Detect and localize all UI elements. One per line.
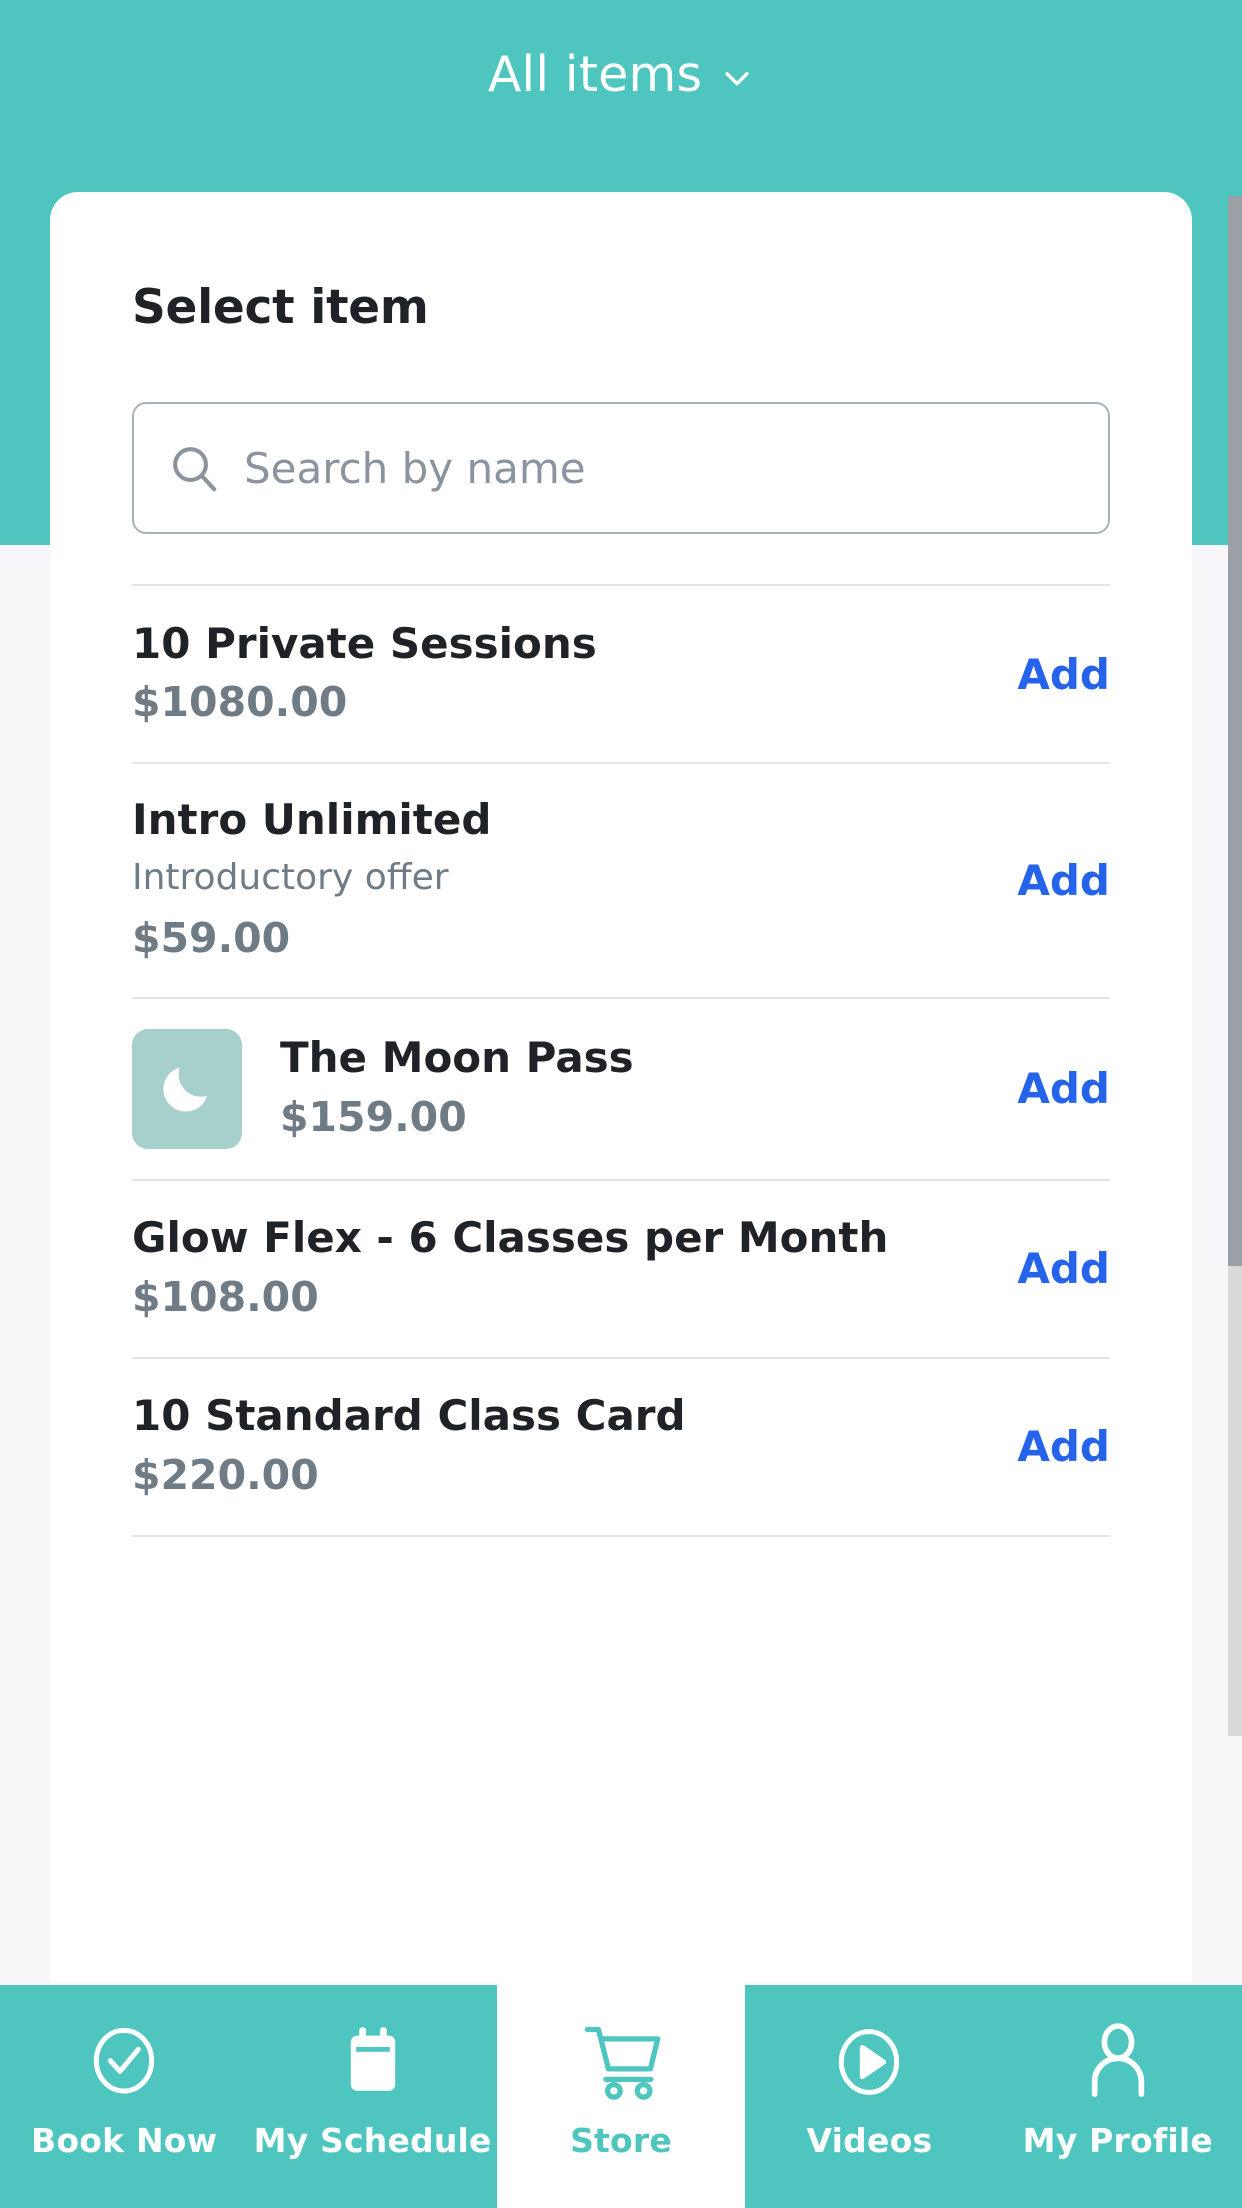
add-button[interactable]: Add [1017,1064,1110,1113]
item-text-block: 10 Standard Class Card $220.00 [132,1390,686,1503]
app-header: All items [0,0,1242,148]
list-item[interactable]: Intro Unlimited Introductory offer $59.0… [132,762,1110,997]
person-icon [1075,2019,1161,2105]
nav-label-videos: Videos [806,2121,933,2160]
item-price: $159.00 [280,1092,467,1141]
check-circle-icon [81,2019,167,2105]
item-price: $59.00 [132,914,291,963]
list-item[interactable]: 10 Private Sessions $1080.00 Add [132,584,1110,762]
item-subtitle: Introductory offer [132,857,449,899]
search-placeholder: Search by name [244,443,586,493]
search-input[interactable]: Search by name [132,402,1110,534]
nav-label-my-profile: My Profile [1022,2121,1213,2160]
play-circle-icon [826,2019,912,2105]
header-title: All items [487,45,703,103]
add-button[interactable]: Add [1017,650,1110,699]
chevron-down-icon[interactable] [720,61,754,95]
nav-tab-videos[interactable]: Videos [745,1985,994,2208]
item-content: 10 Private Sessions $1080.00 [132,618,989,731]
item-price: $1080.00 [132,677,348,726]
add-button[interactable]: Add [1017,856,1110,905]
item-title: 10 Private Sessions [132,618,597,668]
list-item[interactable]: Glow Flex - 6 Classes per Month $108.00 … [132,1178,1110,1357]
item-content: The Moon Pass $159.00 [132,1028,989,1149]
item-text-block: Intro Unlimited Introductory offer $59.0… [132,794,491,967]
bottom-navigation: Book Now My Schedule Store Videos My Pro… [0,1985,1242,2208]
nav-label-my-schedule: My Schedule [253,2121,492,2160]
nav-tab-book-now[interactable]: Book Now [0,1985,249,2208]
item-content: Intro Unlimited Introductory offer $59.0… [132,794,989,967]
item-text-block: 10 Private Sessions $1080.00 [132,618,597,731]
item-thumbnail [132,1028,242,1149]
item-list: 10 Private Sessions $1080.00 Add Intro U… [50,584,1192,1982]
item-price: $108.00 [132,1272,319,1321]
search-icon [168,442,220,494]
list-item[interactable]: The Moon Pass $159.00 Add [132,996,1110,1179]
all-items-dropdown[interactable]: All items [488,50,754,99]
add-button[interactable]: Add [1017,1422,1110,1471]
crescent-moon-icon [158,1058,216,1120]
vertical-scrollbar-thumb[interactable] [1228,196,1242,1266]
select-item-modal: Select item Search by name 10 Private Se… [50,192,1192,1982]
nav-tab-my-schedule[interactable]: My Schedule [248,1985,497,2208]
item-text-block: The Moon Pass $159.00 [280,1032,634,1145]
calendar-icon [330,2019,416,2105]
list-item-partial [132,1534,1110,1545]
nav-tab-my-profile[interactable]: My Profile [993,1985,1242,2208]
shopping-cart-icon [578,2019,664,2105]
add-button[interactable]: Add [1017,1244,1110,1293]
item-content: Glow Flex - 6 Classes per Month $108.00 [132,1212,989,1325]
item-title: The Moon Pass [280,1033,634,1083]
item-title: Glow Flex - 6 Classes per Month [132,1213,889,1263]
item-text-block: Glow Flex - 6 Classes per Month $108.00 [132,1212,888,1325]
active-tab-notch [497,1961,746,1985]
item-content: 10 Standard Class Card $220.00 [132,1390,989,1503]
list-item[interactable]: 10 Standard Class Card $220.00 Add [132,1356,1110,1535]
modal-title: Select item [132,280,429,335]
item-title: 10 Standard Class Card [132,1391,686,1441]
vertical-scrollbar-track[interactable] [1228,196,1242,1736]
item-price: $220.00 [132,1450,319,1499]
item-title: Intro Unlimited [132,795,492,844]
nav-label-book-now: Book Now [31,2121,218,2160]
nav-label-store: Store [570,2121,672,2160]
nav-tab-store[interactable]: Store [496,1985,746,2208]
